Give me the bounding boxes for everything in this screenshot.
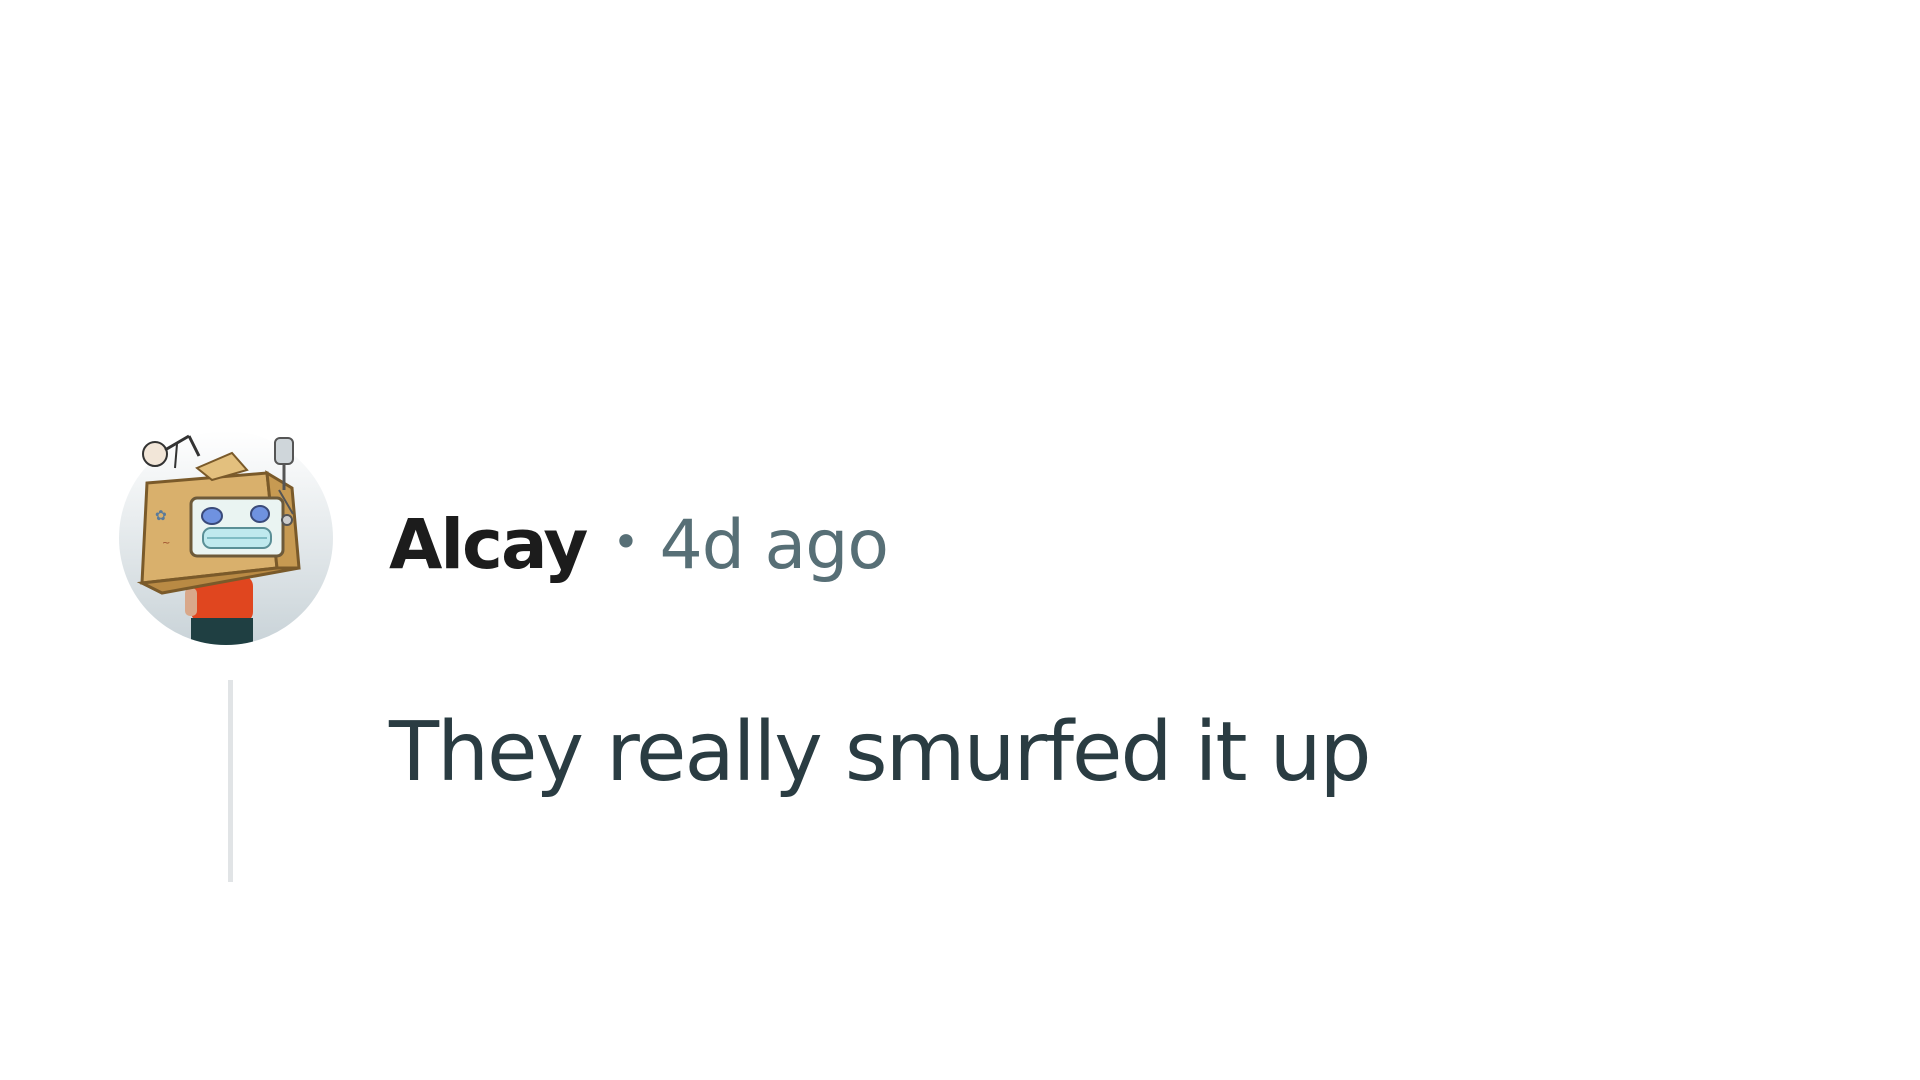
svg-text:~: ~ bbox=[162, 538, 170, 549]
meta-separator: • bbox=[612, 515, 640, 569]
timestamp[interactable]: 4d ago bbox=[660, 506, 889, 585]
comment: ✿ ~ Alcay • 4d ago They really smurfed i… bbox=[0, 0, 1920, 1080]
snoo-avatar-icon: ✿ ~ bbox=[119, 431, 333, 645]
avatar[interactable]: ✿ ~ bbox=[117, 428, 335, 646]
thread-collapse-line[interactable] bbox=[228, 680, 233, 882]
svg-text:✿: ✿ bbox=[155, 508, 167, 524]
comment-body: They really smurfed it up bbox=[389, 705, 1372, 800]
author-name[interactable]: Alcay bbox=[389, 505, 588, 585]
comment-meta: Alcay • 4d ago bbox=[389, 505, 889, 585]
